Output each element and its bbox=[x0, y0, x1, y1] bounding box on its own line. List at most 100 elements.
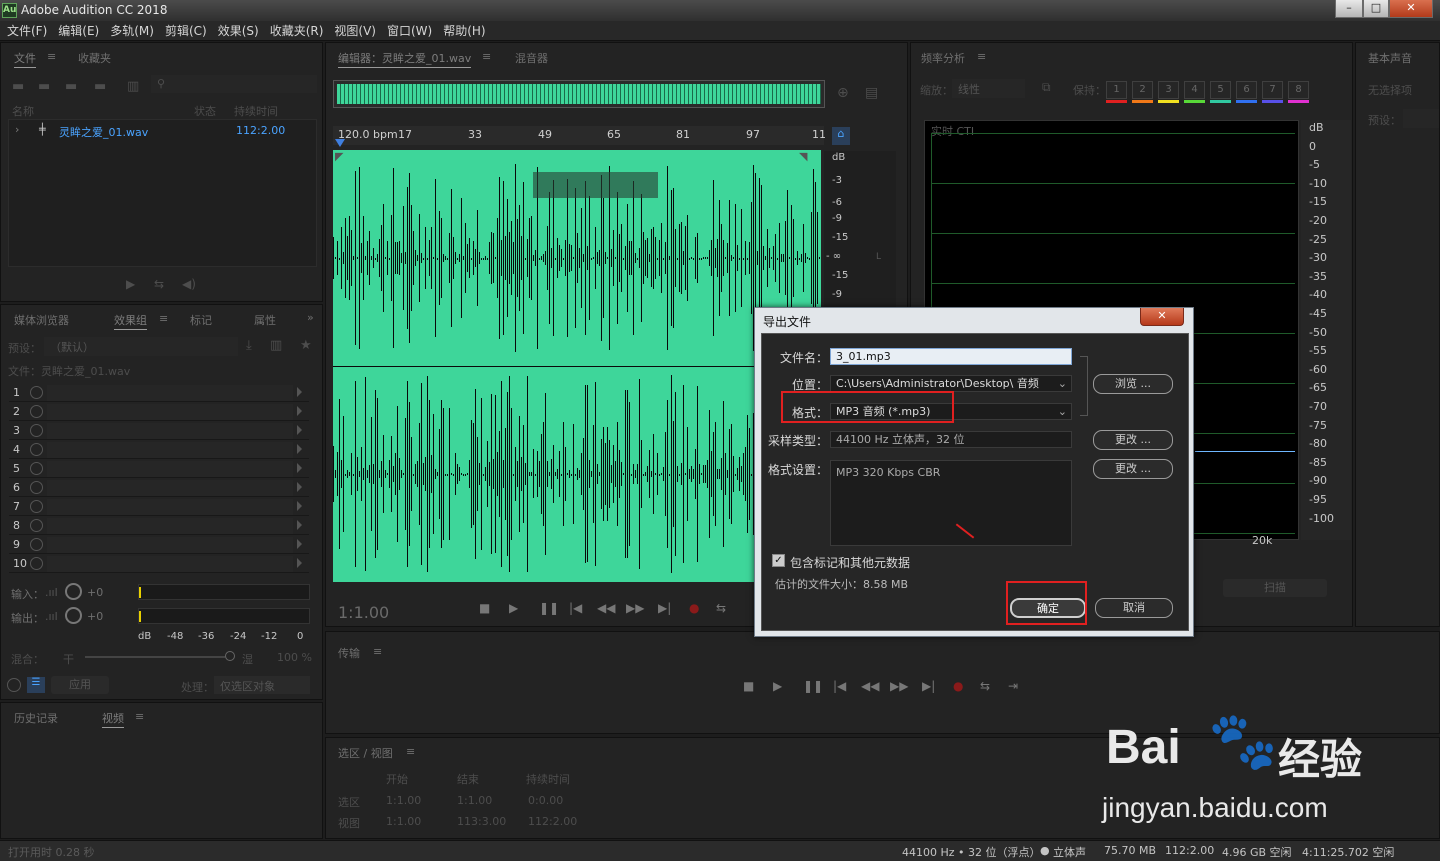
apply-button[interactable]: 应用 bbox=[51, 676, 109, 694]
power-icon[interactable] bbox=[7, 678, 21, 692]
effect-slot-dropdown[interactable] bbox=[47, 518, 293, 534]
power-icon[interactable] bbox=[30, 424, 43, 437]
panel-overflow-icon[interactable]: » bbox=[307, 311, 314, 324]
selection-start[interactable]: 1:1.00 bbox=[386, 794, 421, 807]
effect-slot-dropdown[interactable] bbox=[47, 423, 293, 439]
chevron-right-icon[interactable] bbox=[297, 482, 302, 492]
menu-clip[interactable]: 剪辑(C) bbox=[165, 21, 207, 41]
channel-l[interactable]: L bbox=[876, 252, 881, 262]
fast-forward-icon[interactable]: ▶▶ bbox=[890, 679, 908, 693]
effect-slot-dropdown[interactable] bbox=[47, 537, 293, 553]
power-icon[interactable] bbox=[30, 386, 43, 399]
selection-end[interactable]: 1:1.00 bbox=[457, 794, 492, 807]
tab-history[interactable]: 历史记录 bbox=[14, 710, 58, 726]
scan-button[interactable]: 扫描 bbox=[1223, 579, 1327, 597]
preset-dropdown[interactable]: （默认） bbox=[44, 337, 238, 356]
cancel-button[interactable]: 取消 bbox=[1095, 598, 1173, 618]
effect-slot-dropdown[interactable] bbox=[47, 461, 293, 477]
delete-preset-icon[interactable]: ▥ bbox=[270, 338, 282, 353]
effect-slot-dropdown[interactable] bbox=[47, 385, 293, 401]
record-icon[interactable]: ● bbox=[953, 679, 963, 693]
effect-slot[interactable]: 6 bbox=[9, 479, 309, 497]
file-row[interactable]: › ╪ 灵眸之爱_01.wav 112:2.00 bbox=[9, 122, 316, 139]
hold-button-1[interactable]: 1 bbox=[1106, 81, 1127, 103]
minimize-button[interactable]: – bbox=[1335, 0, 1363, 18]
menu-multitrack[interactable]: 多轨(M) bbox=[110, 21, 154, 41]
menu-window[interactable]: 窗口(W) bbox=[387, 21, 432, 41]
fade-out-handle-icon[interactable]: ◥ bbox=[799, 150, 807, 163]
rewind-icon[interactable]: ◀◀ bbox=[597, 601, 615, 615]
chevron-right-icon[interactable] bbox=[297, 444, 302, 454]
logarithmic-icon[interactable]: ⧉ bbox=[1042, 80, 1051, 95]
essential-preset-dropdown[interactable] bbox=[1403, 109, 1439, 128]
chevron-right-icon[interactable] bbox=[297, 406, 302, 416]
browse-button[interactable]: 浏览 ... bbox=[1093, 374, 1173, 394]
menu-favorites[interactable]: 收藏夹(R) bbox=[270, 21, 324, 41]
mix-slider[interactable] bbox=[85, 656, 225, 658]
hold-button-6[interactable]: 6 bbox=[1236, 81, 1257, 103]
column-name[interactable]: 名称 bbox=[12, 103, 34, 119]
effect-slot[interactable]: 4 bbox=[9, 441, 309, 459]
power-icon[interactable] bbox=[30, 538, 43, 551]
chevron-right-icon[interactable] bbox=[297, 539, 302, 549]
panel-menu-icon[interactable]: ≡ bbox=[482, 50, 491, 63]
tab-properties[interactable]: 属性 bbox=[254, 312, 276, 328]
panel-menu-icon[interactable]: ≡ bbox=[135, 710, 144, 723]
power-icon[interactable] bbox=[30, 557, 43, 570]
favorite-star-icon[interactable]: ★ bbox=[300, 338, 312, 353]
play-icon[interactable]: ▶ bbox=[126, 277, 135, 291]
effect-slot[interactable]: 3 bbox=[9, 422, 309, 440]
view-duration[interactable]: 112:2.00 bbox=[528, 815, 577, 828]
skip-start-icon[interactable]: |◀ bbox=[569, 601, 582, 615]
power-icon[interactable] bbox=[30, 481, 43, 494]
loop-icon[interactable]: ⇆ bbox=[980, 679, 990, 693]
record-icon[interactable]: ● bbox=[689, 601, 699, 615]
filename-input[interactable]: 3_01.mp3 bbox=[830, 348, 1072, 365]
effect-slot-dropdown[interactable] bbox=[47, 499, 293, 515]
close-window-button[interactable]: ✕ bbox=[1389, 0, 1433, 18]
open-file-icon[interactable]: ▬ bbox=[12, 79, 24, 94]
menu-effects[interactable]: 效果(S) bbox=[218, 21, 259, 41]
loop-icon[interactable]: ⇆ bbox=[716, 601, 726, 615]
effect-slot[interactable]: 10 bbox=[9, 555, 309, 573]
tab-video[interactable]: 视频 bbox=[102, 710, 124, 728]
maximize-button[interactable]: □ bbox=[1363, 0, 1389, 18]
chevron-right-icon[interactable] bbox=[297, 501, 302, 511]
search-box[interactable]: ⚲ bbox=[151, 75, 317, 93]
dialog-close-button[interactable]: ✕ bbox=[1140, 308, 1184, 326]
expand-icon[interactable]: › bbox=[15, 123, 19, 136]
play-icon[interactable]: ▶ bbox=[773, 679, 782, 693]
effect-slot[interactable]: 5 bbox=[9, 460, 309, 478]
tab-favorites[interactable]: 收藏夹 bbox=[78, 50, 111, 66]
list-icon[interactable]: ☰ bbox=[27, 677, 45, 693]
insert-icon[interactable]: ▬ bbox=[94, 79, 106, 94]
panel-list-icon[interactable]: ▤ bbox=[865, 85, 878, 101]
power-icon[interactable] bbox=[30, 443, 43, 456]
playhead[interactable] bbox=[335, 139, 345, 147]
hold-button-8[interactable]: 8 bbox=[1288, 81, 1309, 103]
power-icon[interactable] bbox=[30, 500, 43, 513]
hold-button-7[interactable]: 7 bbox=[1262, 81, 1283, 103]
tab-media-browser[interactable]: 媒体浏览器 bbox=[14, 312, 69, 328]
column-status[interactable]: 状态 bbox=[194, 103, 216, 119]
pause-icon[interactable]: ❚❚ bbox=[803, 679, 823, 693]
skip-icon[interactable]: ⇥ bbox=[1008, 679, 1018, 693]
tab-markers[interactable]: 标记 bbox=[190, 312, 212, 328]
tab-files[interactable]: 文件 bbox=[14, 50, 36, 68]
panel-menu-icon[interactable]: ≡ bbox=[977, 50, 986, 63]
chevron-right-icon[interactable] bbox=[297, 387, 302, 397]
snap-icon[interactable]: ⌂ bbox=[832, 127, 850, 145]
autoplay-icon[interactable]: ◀) bbox=[182, 277, 196, 291]
import-icon[interactable]: ▬ bbox=[38, 79, 50, 94]
rewind-icon[interactable]: ◀◀ bbox=[861, 679, 879, 693]
hold-button-4[interactable]: 4 bbox=[1184, 81, 1205, 103]
hold-button-5[interactable]: 5 bbox=[1210, 81, 1231, 103]
effect-slot-dropdown[interactable] bbox=[47, 404, 293, 420]
effect-slot-dropdown[interactable] bbox=[47, 480, 293, 496]
effect-slot-dropdown[interactable] bbox=[47, 556, 293, 572]
play-icon[interactable]: ▶ bbox=[509, 601, 518, 615]
power-icon[interactable] bbox=[30, 462, 43, 475]
effect-slot[interactable]: 2 bbox=[9, 403, 309, 421]
panel-menu-icon[interactable]: ≡ bbox=[373, 645, 382, 658]
zoom-icon[interactable]: ⊕ bbox=[837, 85, 849, 101]
